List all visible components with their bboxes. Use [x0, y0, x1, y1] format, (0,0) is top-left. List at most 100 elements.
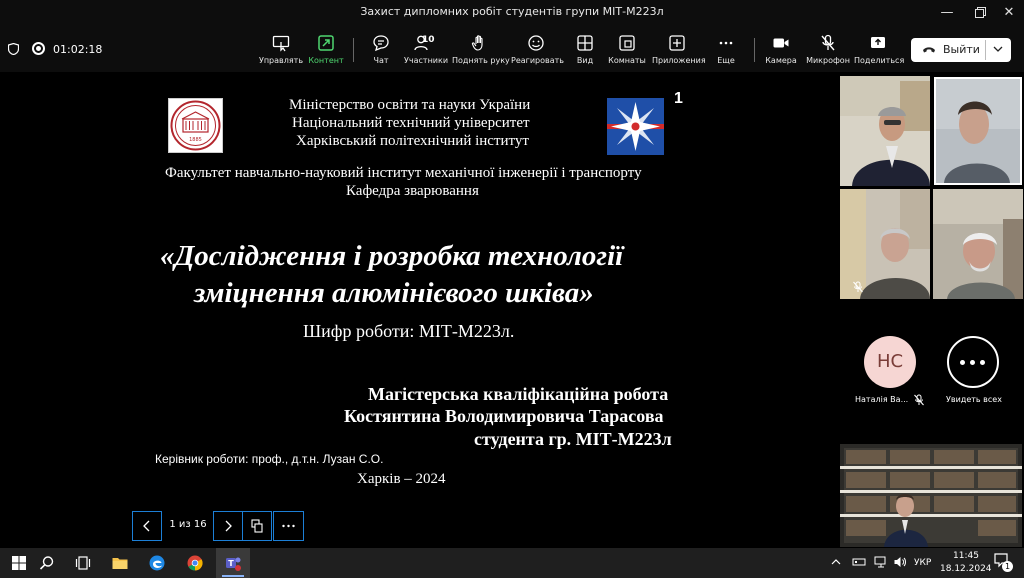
react-button[interactable]: Реагировать	[511, 34, 565, 68]
more-button[interactable]: Еще	[714, 34, 738, 68]
raise-hand-label: Поднять руку	[452, 56, 510, 65]
control-button[interactable]: Управлять	[258, 34, 304, 68]
windows-start-icon[interactable]	[10, 554, 28, 572]
slide-ministry: Міністерство освіти та науки України	[289, 97, 531, 113]
see-all-button[interactable]	[947, 336, 999, 388]
raise-hand-button[interactable]: Поднять руку	[452, 34, 510, 68]
slide-title-line1: «Дослідження і розробка технології	[160, 240, 624, 272]
mic-off-icon	[853, 281, 863, 293]
participant-video-image	[933, 189, 1023, 299]
slide-number: 1	[674, 90, 683, 107]
participant-video-image	[936, 79, 1020, 183]
storage-icon[interactable]	[852, 555, 866, 569]
meeting-timer: 01:02:18	[53, 43, 103, 56]
mic-off-icon	[821, 34, 835, 51]
slide-author: Костянтина Володимировича Тарасова	[344, 406, 664, 426]
keyboard-language[interactable]: УКР	[914, 558, 931, 568]
chevron-down-icon[interactable]	[993, 44, 1003, 54]
slide-department: Кафедра зварювання	[346, 183, 479, 199]
teams-taskbar-button[interactable]: T	[216, 548, 250, 578]
slide-institute: Харківський політехнічний інститут	[296, 133, 529, 149]
participants-count: 10	[422, 35, 435, 45]
camera-label: Камера	[765, 56, 797, 65]
search-icon[interactable]	[38, 554, 56, 572]
shield-icon[interactable]	[8, 43, 19, 55]
camera-button[interactable]: Камера	[764, 34, 798, 68]
welding-logo	[607, 98, 664, 155]
react-label: Реагировать	[511, 56, 565, 65]
slide-more-button[interactable]	[273, 511, 304, 541]
dot	[980, 360, 985, 365]
self-view-image	[840, 444, 1022, 547]
chat-icon	[373, 35, 389, 52]
more-label: Еще	[717, 56, 735, 65]
toolbar-divider	[754, 38, 755, 62]
teams-icon: T	[226, 557, 241, 571]
leave-button[interactable]: Выйти	[911, 38, 1011, 62]
grid-icon	[577, 35, 593, 51]
view-button[interactable]: Вид	[573, 34, 597, 68]
smile-icon	[528, 35, 544, 51]
participant-video[interactable]	[840, 76, 930, 186]
slide-grid-button[interactable]	[242, 511, 272, 541]
apps-button[interactable]: Приложения	[652, 34, 706, 68]
microphone-button[interactable]: Микрофон	[806, 34, 850, 68]
meeting-toolbar: 01:02:18 Управлять Контент Чат 10 Участн…	[0, 26, 1024, 72]
rooms-icon	[619, 35, 635, 51]
restore-icon	[974, 7, 986, 18]
hand-icon	[471, 35, 483, 51]
file-explorer-icon[interactable]	[111, 554, 129, 572]
see-all-label: Увидеть всех	[946, 395, 1002, 404]
window-title-bar: Захист дипломних робіт студентів групи М…	[0, 0, 1024, 26]
control-label: Управлять	[258, 56, 304, 65]
leave-label: Выйти	[943, 43, 980, 56]
clock-time: 11:45	[953, 551, 979, 561]
participants-button[interactable]: 10 Участники	[404, 34, 448, 68]
toolbar-divider	[353, 38, 354, 62]
chat-button[interactable]: Чат	[366, 34, 396, 68]
self-view-video[interactable]	[840, 444, 1022, 547]
window-title: Захист дипломних робіт студентів групи М…	[360, 5, 664, 18]
chrome-icon[interactable]	[186, 554, 204, 572]
participant-video-active-speaker[interactable]	[934, 77, 1022, 185]
welding-logo-icon	[607, 98, 664, 155]
previous-slide-button[interactable]	[132, 511, 162, 541]
task-view-icon[interactable]	[74, 554, 92, 572]
plus-icon	[669, 35, 685, 51]
active-indicator	[222, 575, 244, 577]
content-button[interactable]: Контент	[306, 34, 346, 68]
participant-video[interactable]	[840, 189, 930, 299]
edge-icon[interactable]	[148, 554, 166, 572]
share-icon	[871, 37, 885, 48]
slide-title-line2: зміцнення алюмінієвого шківа»	[194, 277, 594, 309]
participant-video[interactable]	[933, 189, 1023, 299]
chevron-up-icon[interactable]	[830, 556, 842, 568]
more-icon	[719, 41, 733, 45]
dot	[960, 360, 965, 365]
slide-group: студента гр. МІТ-М223л	[474, 429, 672, 449]
participants-label: Участники	[404, 56, 449, 65]
slide-faculty: Факультет навчально-науковий інститут ме…	[165, 165, 642, 181]
clock-date: 18.12.2024	[940, 564, 992, 574]
network-icon[interactable]	[874, 555, 888, 569]
participant-avatar[interactable]: НС	[864, 336, 916, 388]
close-button[interactable]: ✕	[992, 0, 1024, 26]
slide-code: Шифр роботи: МІТ-М223л.	[303, 321, 515, 341]
recording-icon	[32, 42, 45, 55]
chevron-left-icon	[143, 520, 150, 532]
view-label: Вид	[576, 56, 594, 65]
next-slide-button[interactable]	[213, 511, 243, 541]
volume-icon[interactable]	[893, 555, 907, 569]
control-icon	[272, 35, 290, 52]
apps-label: Приложения	[652, 56, 706, 65]
notification-badge: 1	[1002, 561, 1013, 572]
slide-counter: 1 из 16	[169, 519, 207, 530]
slide-work-type: Магістерська кваліфікаційна робота	[368, 384, 669, 404]
chevron-right-icon	[225, 520, 232, 532]
rooms-button[interactable]: Комнаты	[608, 34, 646, 68]
rooms-label: Комнаты	[608, 56, 646, 65]
content-label: Контент	[308, 56, 344, 65]
notifications-button[interactable]: 1	[993, 552, 1013, 572]
share-button[interactable]: Поделиться	[854, 34, 904, 68]
minimize-button[interactable]: —	[930, 0, 964, 26]
